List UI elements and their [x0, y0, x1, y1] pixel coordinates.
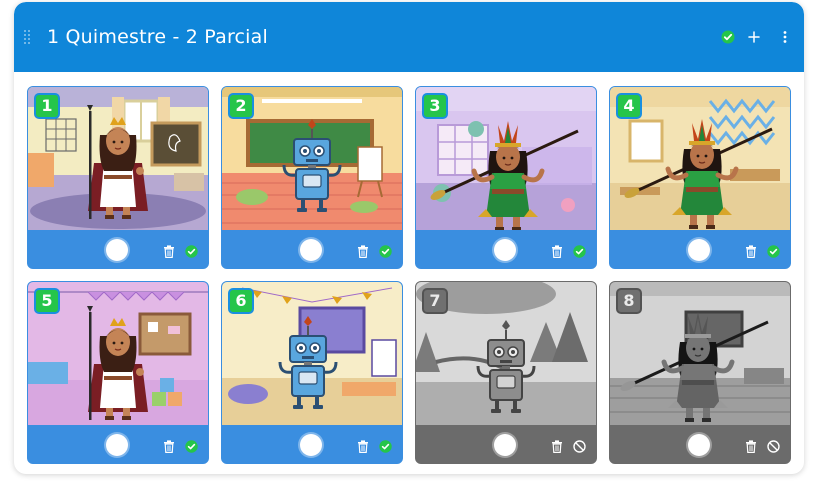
activity-card[interactable]: 5 [27, 281, 209, 464]
card-footer [610, 425, 790, 463]
card-footer [222, 425, 402, 463]
activity-number-badge: 6 [228, 288, 254, 314]
activity-card[interactable]: 8 [609, 281, 791, 464]
trash-icon[interactable] [357, 243, 369, 258]
check-circle-icon [573, 243, 586, 258]
trash-icon[interactable] [745, 438, 757, 453]
activity-illustration[interactable]: 6 [222, 282, 402, 425]
check-circle-icon [721, 29, 735, 44]
check-circle-icon [767, 243, 780, 258]
card-footer [222, 230, 402, 268]
blocked-icon [573, 438, 586, 453]
activity-number-badge: 7 [422, 288, 448, 314]
card-footer [28, 425, 208, 463]
card-footer [416, 425, 596, 463]
activity-illustration[interactable]: 3 [416, 87, 596, 230]
trash-icon[interactable] [745, 243, 757, 258]
panel-title: 1 Quimestre - 2 Parcial [47, 26, 268, 48]
smiley-icon[interactable] [688, 434, 710, 456]
activity-number-badge: 5 [34, 288, 60, 314]
smiley-icon[interactable] [106, 434, 128, 456]
smiley-icon[interactable] [688, 239, 710, 261]
activity-card[interactable]: 1 [27, 86, 209, 269]
activity-number-badge: 1 [34, 93, 60, 119]
trash-icon[interactable] [163, 243, 175, 258]
trash-icon[interactable] [551, 438, 563, 453]
activity-illustration[interactable]: 5 [28, 282, 208, 425]
smiley-icon[interactable] [106, 239, 128, 261]
activity-card[interactable]: 6 [221, 281, 403, 464]
card-footer [416, 230, 596, 268]
smiley-icon[interactable] [300, 434, 322, 456]
activity-number-badge: 4 [616, 93, 642, 119]
activity-illustration[interactable]: 8 [610, 282, 790, 425]
activity-illustration[interactable]: 4 [610, 87, 790, 230]
activity-illustration[interactable]: 2 [222, 87, 402, 230]
trash-icon[interactable] [357, 438, 369, 453]
drag-handle-icon[interactable] [24, 30, 32, 44]
check-circle-icon [185, 243, 198, 258]
activity-card[interactable]: 7 [415, 281, 597, 464]
activity-illustration[interactable]: 1 [28, 87, 208, 230]
trash-icon[interactable] [163, 438, 175, 453]
check-circle-icon [379, 243, 392, 258]
smiley-icon[interactable] [494, 434, 516, 456]
check-circle-icon [379, 438, 392, 453]
panel-header: 1 Quimestre - 2 Parcial [14, 2, 804, 72]
more-vertical-icon[interactable] [778, 29, 792, 43]
plus-icon[interactable] [747, 29, 761, 43]
activity-number-badge: 3 [422, 93, 448, 119]
check-circle-icon [185, 438, 198, 453]
smiley-icon[interactable] [300, 239, 322, 261]
activity-number-badge: 2 [228, 93, 254, 119]
activity-number-badge: 8 [616, 288, 642, 314]
activity-card[interactable]: 2 [221, 86, 403, 269]
activity-grid: 1 2 3 4 5 6 7 8 [27, 86, 791, 466]
blocked-icon [767, 438, 780, 453]
activity-illustration[interactable]: 7 [416, 282, 596, 425]
card-footer [610, 230, 790, 268]
activity-card[interactable]: 4 [609, 86, 791, 269]
smiley-icon[interactable] [494, 239, 516, 261]
trash-icon[interactable] [551, 243, 563, 258]
card-footer [28, 230, 208, 268]
unit-panel: 1 Quimestre - 2 Parcial 1 2 3 4 5 6 7 8 [14, 2, 804, 474]
activity-card[interactable]: 3 [415, 86, 597, 269]
